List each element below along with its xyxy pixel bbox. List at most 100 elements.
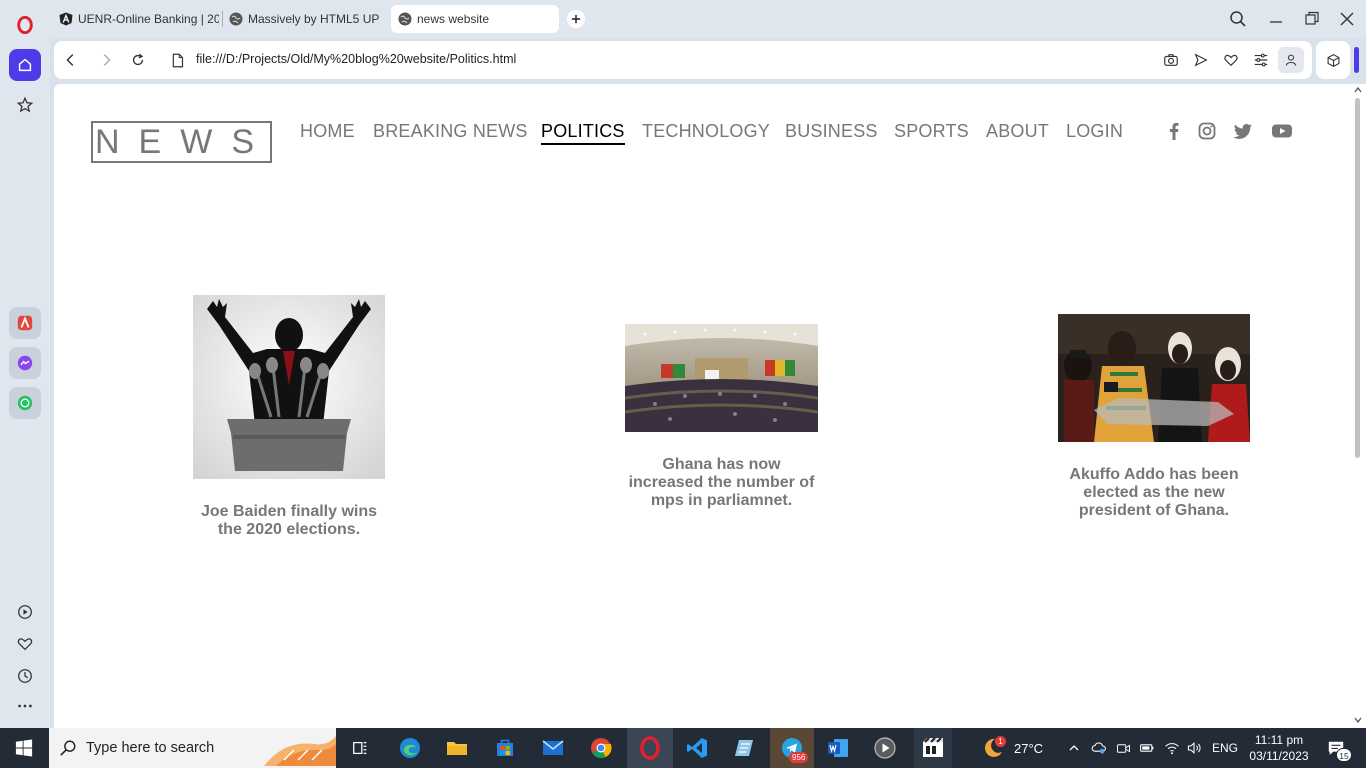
facebook-icon[interactable] [1164,121,1184,141]
nav-technology[interactable]: TECHNOLOGY [642,121,770,142]
tab-uenr-banking[interactable]: UENR-Online Banking | 20 [59,5,219,33]
opera-taskbar-icon[interactable] [627,728,673,768]
back-icon[interactable] [62,51,80,69]
tab-strip: UENR-Online Banking | 20 Massively by HT… [50,0,1366,38]
nav-politics[interactable]: POLITICS [541,121,625,145]
tab-label: news website [417,12,490,26]
whatsapp-icon[interactable] [9,387,41,419]
telegram-badge: 956 [789,752,809,763]
tab-separator [222,11,223,27]
more-options-icon[interactable] [9,690,41,722]
reload-icon[interactable] [129,51,147,69]
cloud-sync-icon[interactable] [1089,728,1109,768]
notes-app-icon[interactable] [729,728,761,768]
twitter-icon[interactable] [1233,121,1253,141]
restore-icon[interactable] [1303,10,1321,28]
nav-sports[interactable]: SPORTS [894,121,969,142]
address-bar-url[interactable]: file:///D:/Projects/Old/My%20blog%20webs… [196,52,516,66]
instagram-icon[interactable] [1197,121,1217,141]
globe-icon [229,12,243,26]
task-view-icon[interactable] [346,728,374,768]
globe-icon [398,12,412,26]
weather-badge: 1 [995,736,1006,747]
send-icon[interactable] [1192,51,1210,69]
search-highlight-illustration-icon [264,736,336,766]
web-page: NEWS HOME BREAKING NEWS POLITICS TECHNOL… [54,84,1350,728]
scroll-down-icon[interactable] [1354,716,1362,724]
file-icon [168,51,186,69]
home-icon[interactable] [9,49,41,81]
nav-home[interactable]: HOME [300,121,355,142]
article-image-candidate-podium[interactable] [193,295,385,479]
nav-about[interactable]: ABOUT [986,121,1049,142]
tab-label: UENR-Online Banking | 20 [78,12,219,26]
show-hidden-icons-chevron-icon[interactable] [1066,728,1082,768]
file-explorer-icon[interactable] [441,728,473,768]
meet-now-icon[interactable] [1114,728,1132,768]
language-indicator[interactable]: ENG [1212,728,1238,768]
forward-icon[interactable] [97,51,115,69]
windows-start-icon[interactable] [0,728,48,768]
media-player-icon[interactable] [869,728,901,768]
page-scrollbar[interactable] [1350,84,1366,728]
weather-temperature[interactable]: 27°C [1014,728,1043,768]
browser-toolbar: file:///D:/Projects/Old/My%20blog%20webs… [54,41,1312,79]
new-tab-button[interactable] [567,10,585,28]
plus-icon [571,14,581,24]
article-image-parliament[interactable] [625,324,818,432]
clock[interactable]: 11:11 pm 03/11/2023 [1244,728,1314,768]
video-editor-icon[interactable] [914,728,952,768]
sidebar-accent-strip [1354,47,1359,73]
pinboard-star-icon[interactable] [9,89,41,121]
close-window-icon[interactable] [1338,10,1356,28]
nav-business[interactable]: BUSINESS [785,121,878,142]
browser-sidebar [0,0,50,728]
article-caption[interactable]: Ghana has now increased the number of mp… [625,456,818,510]
chrome-icon[interactable] [585,728,617,768]
article-caption[interactable]: Joe Baiden finally wins the 2020 electio… [193,503,385,539]
mail-icon[interactable] [537,728,569,768]
site-logo[interactable]: NEWS [91,121,272,163]
clock-time: 11:11 pm [1254,733,1304,747]
clock-date: 03/11/2023 [1249,749,1309,763]
tab-search-icon[interactable] [1229,10,1247,28]
microsoft-store-icon[interactable] [489,728,521,768]
nav-login[interactable]: LOGIN [1066,121,1123,142]
battery-icon[interactable] [1137,728,1157,768]
telegram-icon[interactable]: 956 [770,728,814,768]
heart-icon[interactable] [9,628,41,660]
minimize-icon[interactable] [1267,10,1285,28]
angular-icon [59,12,73,26]
nav-breaking-news[interactable]: BREAKING NEWS [373,121,528,142]
history-clock-icon[interactable] [9,660,41,692]
notification-count: 15 [1336,748,1352,762]
profile-icon[interactable] [1278,47,1304,73]
article-image-swearing-in[interactable] [1058,314,1250,442]
word-icon[interactable] [822,728,854,768]
extensions-cube-icon[interactable] [1316,41,1350,79]
article-caption[interactable]: Akuffo Addo has been elected as the new … [1058,466,1250,520]
tab-news-website[interactable]: news website [391,5,559,33]
messenger-icon[interactable] [9,347,41,379]
scroll-up-icon[interactable] [1354,86,1362,94]
tab-label: Massively by HTML5 UP [248,12,379,26]
easy-setup-icon[interactable] [1252,51,1270,69]
edge-icon[interactable] [394,728,426,768]
search-placeholder: Type here to search [86,740,215,756]
volume-icon[interactable] [1184,728,1204,768]
search-icon [60,740,76,756]
snapshot-camera-icon[interactable] [1162,51,1180,69]
taskbar-search[interactable]: Type here to search [49,728,336,768]
taskbar: Type here to search 956 1 27°C ENG 11:11… [0,728,1366,768]
notification-center-icon[interactable]: 15 [1321,728,1352,768]
youtube-icon[interactable] [1271,121,1293,141]
vscode-icon[interactable] [681,728,713,768]
opera-menu-icon[interactable] [9,9,41,41]
bookmark-heart-icon[interactable] [1222,51,1240,69]
player-icon[interactable] [9,596,41,628]
tab-massively[interactable]: Massively by HTML5 UP [229,5,379,33]
weather-moon-icon[interactable]: 1 [978,728,1008,768]
aria-ai-icon[interactable] [9,307,41,339]
wifi-icon[interactable] [1162,728,1182,768]
scrollbar-thumb[interactable] [1355,98,1360,458]
